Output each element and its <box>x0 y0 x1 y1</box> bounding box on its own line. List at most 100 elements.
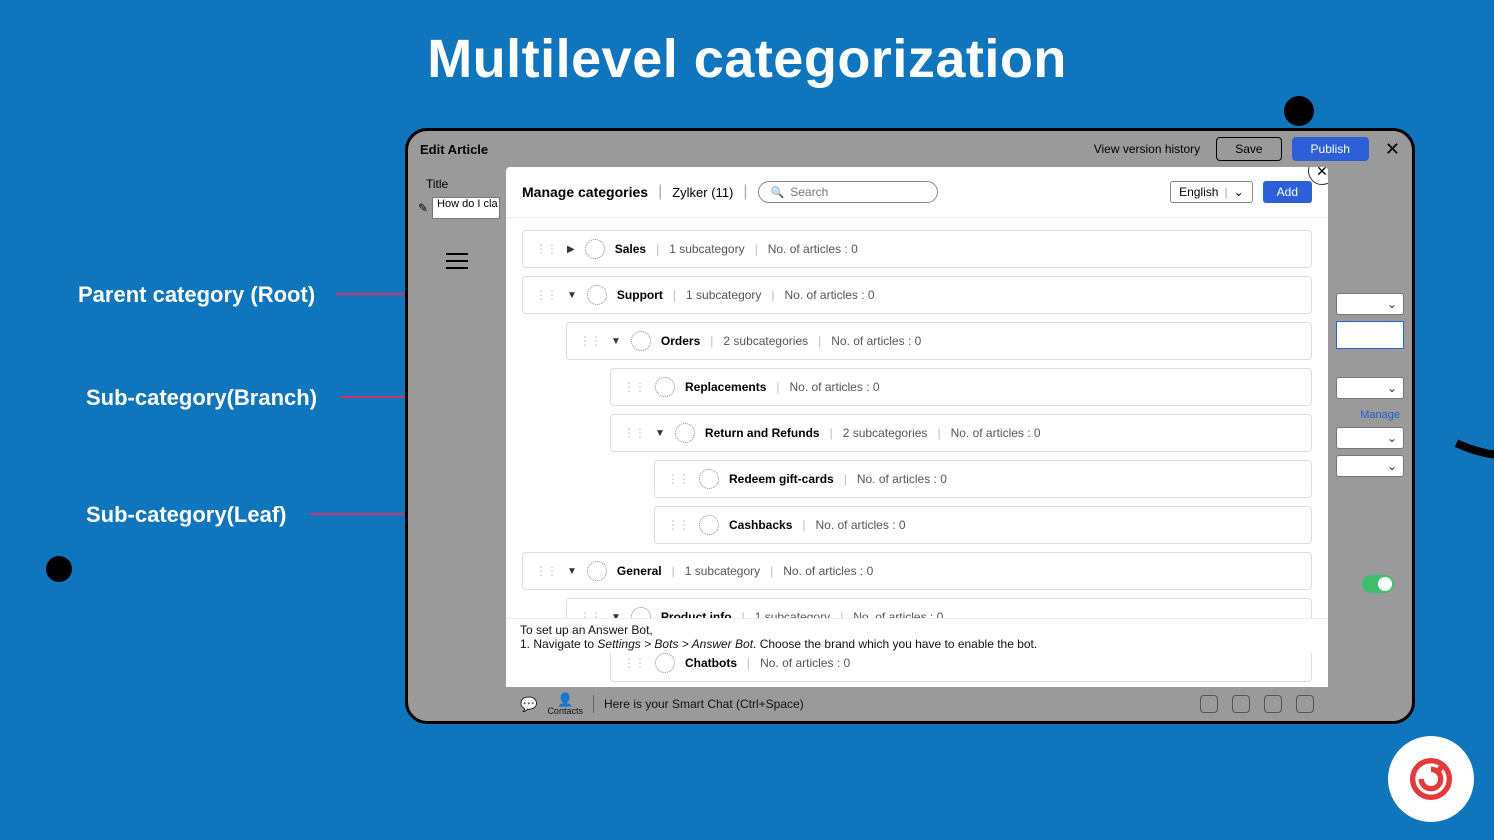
category-name: Redeem gift-cards <box>729 472 834 486</box>
title-field-label: Title <box>426 177 500 191</box>
property-select-2[interactable] <box>1336 377 1404 399</box>
drag-handle-icon[interactable]: ⋮⋮ <box>535 242 557 256</box>
category-icon <box>655 653 675 673</box>
subcategory-count: 2 subcategories <box>843 426 928 440</box>
manage-link[interactable]: Manage <box>1328 405 1412 421</box>
save-button[interactable]: Save <box>1216 137 1281 161</box>
chevron-right-icon[interactable] <box>567 244 575 255</box>
category-name: Replacements <box>685 380 766 394</box>
category-row[interactable]: ⋮⋮General|1 subcategory|No. of articles … <box>522 552 1312 590</box>
property-select-1[interactable] <box>1336 293 1404 315</box>
more-icon[interactable] <box>1296 695 1314 713</box>
subcategory-count: 1 subcategory <box>669 242 744 256</box>
panel-title: Manage categories <box>522 184 648 200</box>
category-name: Cashbacks <box>729 518 792 532</box>
decorative-dot <box>1284 96 1314 126</box>
toggle-switch[interactable] <box>1362 575 1394 593</box>
language-label: English <box>1179 185 1218 199</box>
article-count: No. of articles : 0 <box>760 656 850 670</box>
callout-root: Parent category (Root) <box>78 282 315 308</box>
category-name: Support <box>617 288 663 302</box>
drag-handle-icon[interactable]: ⋮⋮ <box>667 518 689 532</box>
window-titlebar: Edit Article View version history Save P… <box>408 131 1412 167</box>
category-row[interactable]: ⋮⋮Support|1 subcategory|No. of articles … <box>522 276 1312 314</box>
contacts-icon[interactable]: 👤 <box>557 693 573 706</box>
drag-handle-icon[interactable]: ⋮⋮ <box>623 380 645 394</box>
close-icon[interactable]: ✕ <box>1385 140 1400 158</box>
article-count: No. of articles : 0 <box>816 518 906 532</box>
subcategory-count: 1 subcategory <box>685 564 760 578</box>
category-icon <box>699 515 719 535</box>
category-row[interactable]: ⋮⋮Sales|1 subcategory|No. of articles : … <box>522 230 1312 268</box>
chat-icon[interactable]: 💬 <box>520 696 537 713</box>
help-icon[interactable] <box>1200 695 1218 713</box>
properties-pane: Manage <box>1328 167 1412 721</box>
category-name: General <box>617 564 662 578</box>
app-window: Edit Article View version history Save P… <box>405 128 1415 724</box>
article-count: No. of articles : 0 <box>831 334 921 348</box>
manage-categories-panel: ✕ Manage categories | Zylker (11) | 🔍 Se… <box>506 167 1328 687</box>
article-count: No. of articles : 0 <box>785 288 875 302</box>
wand-icon[interactable]: ✎ <box>418 201 428 215</box>
publish-button[interactable]: Publish <box>1292 137 1369 161</box>
chevron-down-icon[interactable] <box>611 336 621 347</box>
subcategory-count: 2 subcategories <box>723 334 808 348</box>
window-title: Edit Article <box>420 142 488 157</box>
article-title-input[interactable]: How do I cla <box>432 197 500 219</box>
chevron-down-icon[interactable] <box>655 428 665 439</box>
drag-handle-icon[interactable]: ⋮⋮ <box>667 472 689 486</box>
category-icon <box>585 239 605 259</box>
chevron-down-icon: ⌄ <box>1234 185 1244 199</box>
search-placeholder: Search <box>790 185 828 199</box>
chevron-down-icon[interactable] <box>567 290 577 301</box>
bottom-bar: 💬 👤 Contacts Here is your Smart Chat (Ct… <box>506 687 1328 721</box>
category-name: Sales <box>615 242 646 256</box>
slide-title: Multilevel categorization <box>0 28 1494 90</box>
callout-leaf: Sub-category(Leaf) <box>86 502 286 528</box>
shield-icon[interactable] <box>1264 695 1282 713</box>
category-icon <box>699 469 719 489</box>
property-select-3[interactable] <box>1336 427 1404 449</box>
people-icon[interactable] <box>1232 695 1250 713</box>
article-count: No. of articles : 0 <box>790 380 880 394</box>
property-input[interactable] <box>1336 321 1404 349</box>
brand-crumb[interactable]: Zylker (11) <box>672 185 733 200</box>
chevron-down-icon[interactable] <box>567 566 577 577</box>
search-icon: 🔍 <box>771 186 785 199</box>
drag-handle-icon[interactable]: ⋮⋮ <box>623 426 645 440</box>
category-icon <box>655 377 675 397</box>
editor-left-column: Title ✎ How do I cla <box>408 167 506 721</box>
category-row[interactable]: ⋮⋮Return and Refunds|2 subcategories|No.… <box>610 414 1312 452</box>
hamburger-icon[interactable] <box>446 253 468 269</box>
category-name: Return and Refunds <box>705 426 820 440</box>
article-count: No. of articles : 0 <box>857 472 947 486</box>
category-icon <box>587 561 607 581</box>
drag-handle-icon[interactable]: ⋮⋮ <box>579 334 601 348</box>
brand-badge <box>1388 736 1474 822</box>
property-select-4[interactable] <box>1336 455 1404 477</box>
language-select[interactable]: English|⌄ <box>1170 181 1253 203</box>
version-history-link[interactable]: View version history <box>1094 142 1201 156</box>
drag-handle-icon[interactable]: ⋮⋮ <box>535 288 557 302</box>
smart-chat-hint: Here is your Smart Chat (Ctrl+Space) <box>604 697 804 711</box>
category-row[interactable]: ⋮⋮Replacements|No. of articles : 0 <box>610 368 1312 406</box>
category-row[interactable]: ⋮⋮Redeem gift-cards|No. of articles : 0 <box>654 460 1312 498</box>
category-icon <box>587 285 607 305</box>
decorative-dot <box>46 556 72 582</box>
category-name: Chatbots <box>685 656 737 670</box>
category-row[interactable]: ⋮⋮Cashbacks|No. of articles : 0 <box>654 506 1312 544</box>
category-icon <box>631 331 651 351</box>
add-category-button[interactable]: Add <box>1263 181 1312 203</box>
category-name: Orders <box>661 334 700 348</box>
drag-handle-icon[interactable]: ⋮⋮ <box>623 656 645 670</box>
article-count: No. of articles : 0 <box>768 242 858 256</box>
subcategory-count: 1 subcategory <box>686 288 761 302</box>
category-row[interactable]: ⋮⋮Orders|2 subcategories|No. of articles… <box>566 322 1312 360</box>
bottom-instructions: To set up an Answer Bot, 1. Navigate to … <box>506 618 1328 653</box>
article-count: No. of articles : 0 <box>783 564 873 578</box>
search-input[interactable]: 🔍 Search <box>758 181 938 203</box>
category-icon <box>675 423 695 443</box>
article-count: No. of articles : 0 <box>951 426 1041 440</box>
drag-handle-icon[interactable]: ⋮⋮ <box>535 564 557 578</box>
callout-branch: Sub-category(Branch) <box>86 385 317 411</box>
